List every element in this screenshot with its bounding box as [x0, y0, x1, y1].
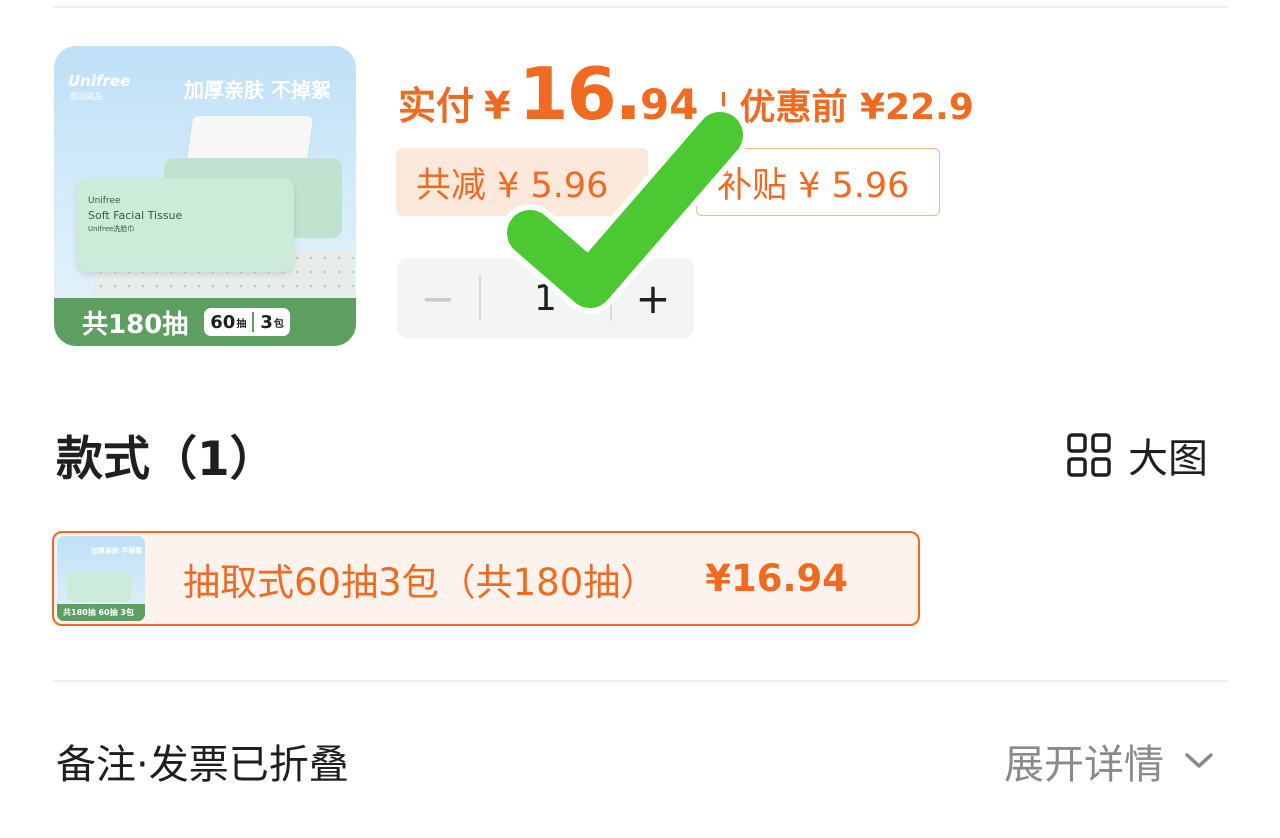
big-view-label: 大图 — [1128, 436, 1208, 482]
notes-invoice-collapsed-label: 备注·发票已折叠 — [56, 742, 349, 788]
chip-packs-unit: 包 — [273, 318, 284, 330]
chevron-down-icon — [1185, 753, 1213, 768]
order-confirm-page: Unifree 悠润威品 加厚亲肤 不掉絮 Unifree Soft Facia… — [0, 0, 1280, 838]
quantity-value[interactable]: 1 — [481, 278, 610, 319]
style-option-thumbnail: 加厚亲肤 不掉絮 共180抽 60抽 3包 — [57, 536, 145, 621]
chip-packs: 3 — [260, 311, 273, 333]
price-integer: 16. — [518, 52, 642, 136]
thumb-bottom-band: 共180抽 60 抽 3 包 — [54, 298, 356, 346]
subsidy-tag: 补贴 ¥ 5.96 — [696, 148, 940, 216]
chip-separator — [252, 312, 255, 332]
increment-button[interactable]: + — [612, 258, 694, 338]
original-price: 优惠前 ¥22.9 — [739, 87, 974, 128]
price-row: 实付 ¥ 16. 94 优惠前 ¥22.9 — [398, 52, 974, 136]
top-divider — [54, 6, 1228, 8]
price-decimal: 94 — [640, 80, 699, 129]
decrement-button[interactable]: − — [397, 258, 479, 338]
expand-details-label: 展开详情 — [1004, 742, 1164, 788]
quantity-stepper: − 1 + — [397, 258, 694, 338]
thumb-slogan: 加厚亲肤 不掉絮 — [184, 78, 331, 102]
paid-label: 实付 — [398, 84, 475, 128]
thumb-brand: Unifree — [68, 72, 131, 90]
style-option-name: 抽取式60抽3包（共180抽） — [183, 560, 658, 604]
section-divider — [54, 680, 1228, 682]
chip-count-unit: 抽 — [236, 318, 247, 330]
thumb-total: 共180抽 — [82, 309, 189, 340]
discount-total-tag: 共减 ¥ 5.96 — [396, 148, 648, 216]
style-option-price: ¥16.94 — [705, 557, 849, 600]
thumb-chip: 60 抽 3 包 — [204, 308, 290, 336]
option-thumb-band: 共180抽 60抽 3包 — [57, 604, 145, 621]
style-option-selected[interactable]: 加厚亲肤 不掉絮 共180抽 60抽 3包 抽取式60抽3包（共180抽） ¥1… — [52, 531, 920, 626]
thumb-brand-sub: 悠润威品 — [70, 92, 102, 101]
price-separator — [722, 92, 726, 124]
grid-icon — [1067, 433, 1111, 477]
option-thumb-pack — [67, 572, 131, 602]
big-view-toggle[interactable]: 大图 — [1066, 426, 1208, 484]
chip-count: 60 — [210, 311, 236, 333]
thumb-pack-title: Soft Facial Tissue — [88, 209, 183, 222]
thumb-pack-sub: Unifree洗脸巾 — [88, 225, 135, 233]
style-section-title: 款式（1） — [56, 432, 277, 487]
option-thumb-slogan: 加厚亲肤 不掉絮 — [91, 547, 143, 555]
expand-details-button[interactable]: 展开详情 — [1004, 732, 1214, 790]
price-currency: ¥ — [484, 84, 511, 128]
thumb-pack-label: Unifree — [88, 196, 121, 206]
product-thumbnail[interactable]: Unifree 悠润威品 加厚亲肤 不掉絮 Unifree Soft Facia… — [54, 46, 356, 346]
